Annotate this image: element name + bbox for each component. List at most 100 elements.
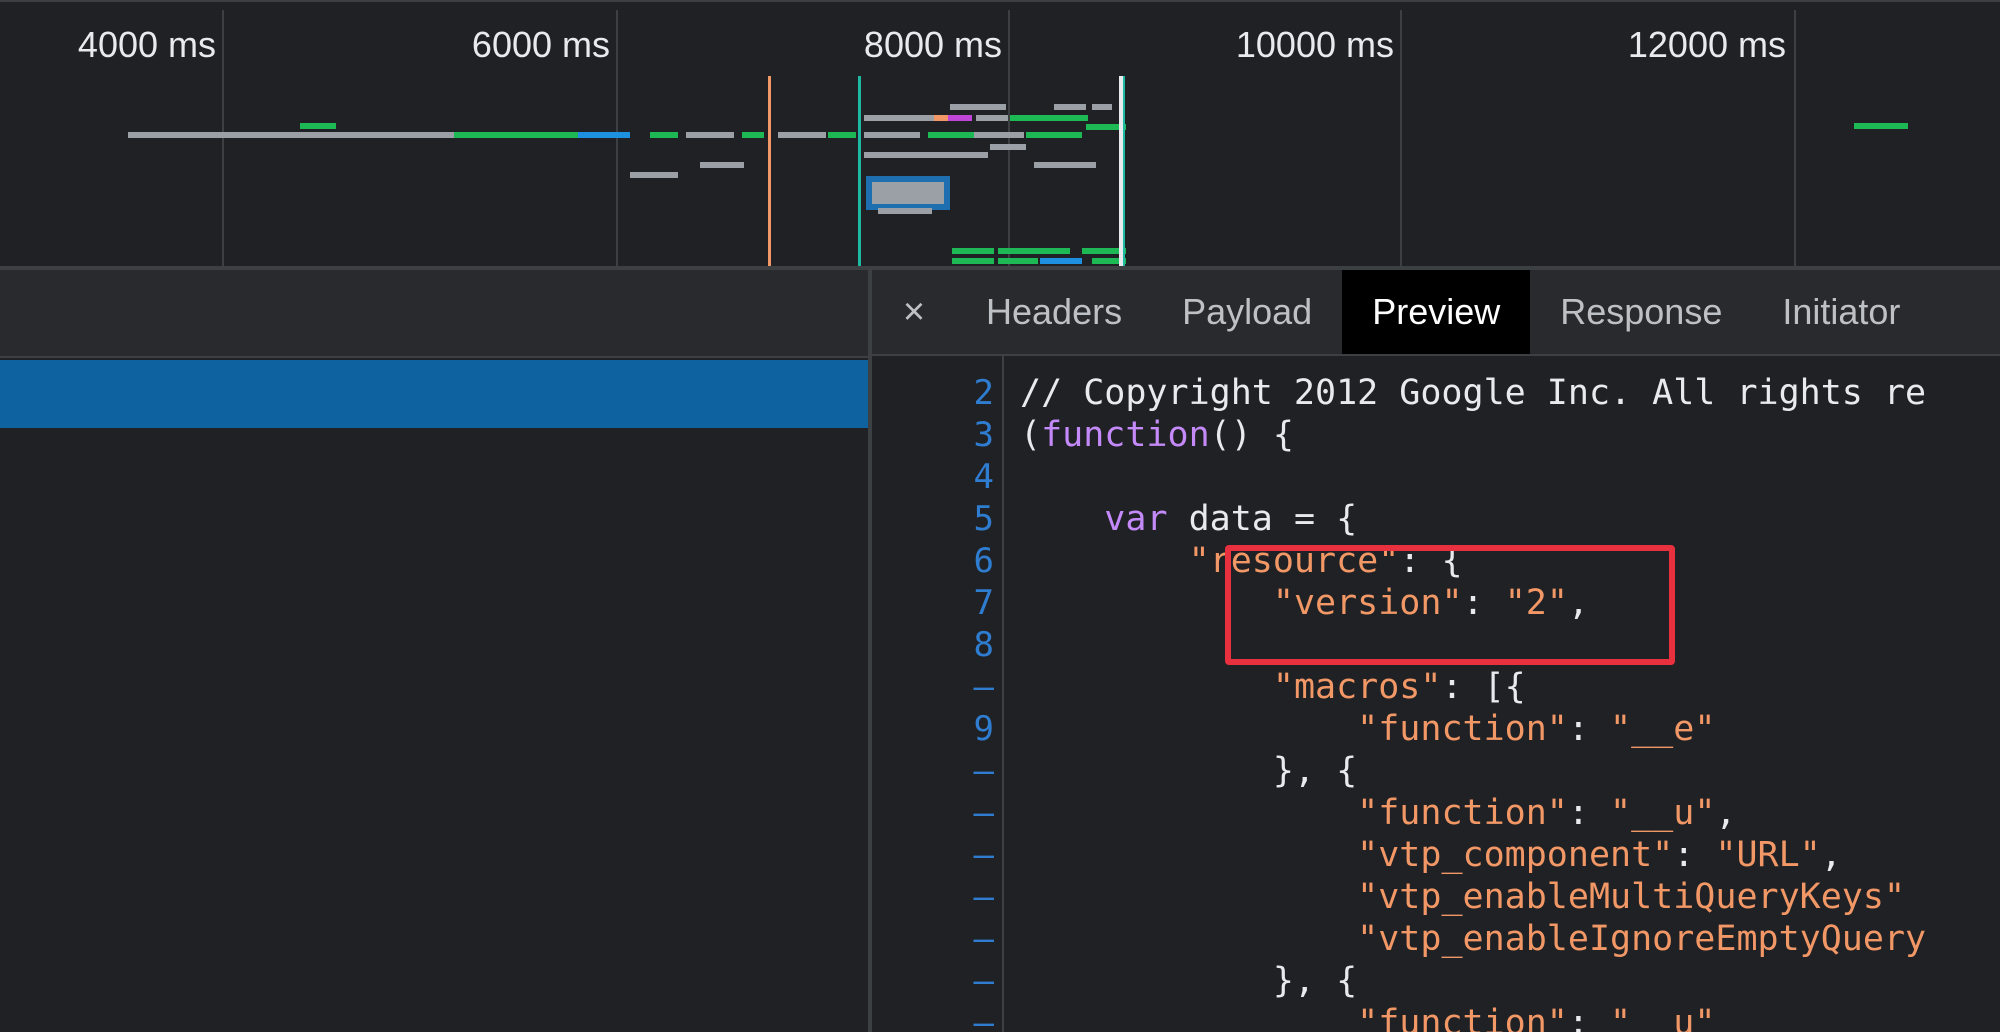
code-token: () { — [1209, 415, 1294, 455]
code-token: var — [1104, 499, 1168, 539]
tab-headers[interactable]: Headers — [956, 270, 1152, 354]
tab-response[interactable]: Response — [1530, 270, 1752, 354]
code-preview[interactable]: 2 3 4 5 6 7 8–9– – – – – – – // Copyright 2012 Googl… — [872, 356, 2000, 1032]
selected-request-row[interactable] — [0, 360, 868, 428]
code-token: : — [1567, 1003, 1611, 1032]
code-token: "URL" — [1715, 835, 1821, 875]
line-number: – — [973, 961, 994, 1001]
line-number: 7 — [973, 583, 994, 623]
code-line: "macros": [{ — [1020, 666, 1526, 708]
code-token: "macros" — [1272, 667, 1442, 707]
tick-label-4000: 4000 ms — [77, 24, 216, 65]
code-token: "function" — [1357, 709, 1568, 749]
code-token: "__u" — [1610, 793, 1716, 833]
dom-content-loaded-marker — [768, 76, 771, 268]
line-number: 2 — [973, 373, 994, 413]
code-line: "function": "__u", — [1020, 792, 1736, 834]
line-number: 4 — [973, 457, 994, 497]
code-line: // Copyright 2012 Google Inc. All rights… — [1020, 372, 1926, 414]
line-number: 5 — [973, 499, 994, 539]
code-token: "resource" — [1188, 541, 1400, 581]
selection-start-marker[interactable] — [858, 76, 861, 268]
code-token: : — [1462, 583, 1505, 623]
detail-tabbar: × Headers Payload Preview Response Initi… — [872, 270, 2000, 356]
code-token: "vtp_component" — [1357, 835, 1674, 875]
code-line: (function() { — [1020, 414, 1294, 456]
line-number: 6 — [973, 541, 994, 581]
code-token: "version" — [1272, 583, 1463, 623]
code-token: "__u" — [1610, 1003, 1716, 1032]
code-line: var data = { — [1020, 498, 1357, 540]
grid-line — [616, 10, 618, 268]
line-number: – — [973, 1003, 994, 1032]
code-token: : [{ — [1441, 667, 1526, 707]
tick-label-6000: 6000 ms — [471, 24, 610, 65]
tick-label-8000: 8000 ms — [863, 24, 1002, 65]
code-line: }, { — [1020, 960, 1357, 1002]
code-line: "resource": { — [1020, 540, 1463, 582]
line-number: – — [973, 751, 994, 791]
code-token: "__e" — [1610, 709, 1716, 749]
code-token: , — [1820, 835, 1842, 875]
tick-label-10000: 10000 ms — [1235, 24, 1394, 65]
code-token: : — [1567, 793, 1611, 833]
code-token: , — [1715, 793, 1737, 833]
code-token: function — [1041, 415, 1210, 455]
code-line: "function": "__u" — [1020, 1002, 1715, 1032]
code-token: ( — [1020, 415, 1042, 455]
request-list-header — [0, 270, 868, 358]
code-token: , — [1567, 583, 1589, 623]
tab-initiator[interactable]: Initiator — [1752, 270, 1930, 354]
code-token: // Copyright 2012 Google Inc. All rights… — [1020, 373, 1927, 413]
grid-line — [222, 10, 224, 268]
code-line: "version": "2", — [1020, 582, 1589, 624]
request-list[interactable] — [0, 270, 868, 1032]
code-token: "2" — [1504, 583, 1568, 623]
tab-preview[interactable]: Preview — [1342, 270, 1531, 354]
code-token: }, { — [1272, 961, 1358, 1001]
code-token: : — [1673, 835, 1716, 875]
line-number: – — [973, 667, 994, 707]
code-line: }, { — [1020, 750, 1357, 792]
line-number: – — [973, 835, 994, 875]
line-number: – — [973, 793, 994, 833]
tab-payload[interactable]: Payload — [1152, 270, 1342, 354]
code-line: "vtp_enableIgnoreEmptyQuery — [1020, 918, 1926, 960]
code-token: "function" — [1357, 1003, 1568, 1032]
line-number: 3 — [973, 415, 994, 455]
tick-label-12000: 12000 ms — [1627, 24, 1786, 65]
code-line: "vtp_enableMultiQueryKeys" — [1020, 876, 1905, 918]
code-token: }, { — [1272, 751, 1358, 791]
line-number: 9 — [973, 709, 994, 749]
code-token: data = { — [1167, 499, 1358, 539]
code-token: : — [1567, 709, 1611, 749]
line-number-gutter: 2 3 4 5 6 7 8–9– – – – – – – — [872, 356, 1004, 1032]
code-token: : { — [1399, 541, 1463, 581]
selection-end-marker[interactable] — [1119, 76, 1123, 268]
grid-line — [1400, 10, 1402, 268]
grid-line — [1008, 10, 1010, 268]
code-line: "function": "__e" — [1020, 708, 1715, 750]
close-icon[interactable]: × — [872, 269, 956, 355]
request-detail-pane: × Headers Payload Preview Response Initi… — [872, 270, 2000, 1032]
grid-line — [1794, 10, 1796, 268]
line-number: – — [973, 877, 994, 917]
timeline-overview[interactable]: 4000 ms 6000 ms 8000 ms 10000 ms 12000 m… — [0, 0, 2000, 268]
line-number: – — [973, 919, 994, 959]
code-token: "function" — [1357, 793, 1568, 833]
code-line: "vtp_component": "URL", — [1020, 834, 1842, 876]
code-token: "vtp_enableIgnoreEmptyQuery — [1357, 919, 1927, 959]
line-number: 8 — [973, 625, 994, 665]
